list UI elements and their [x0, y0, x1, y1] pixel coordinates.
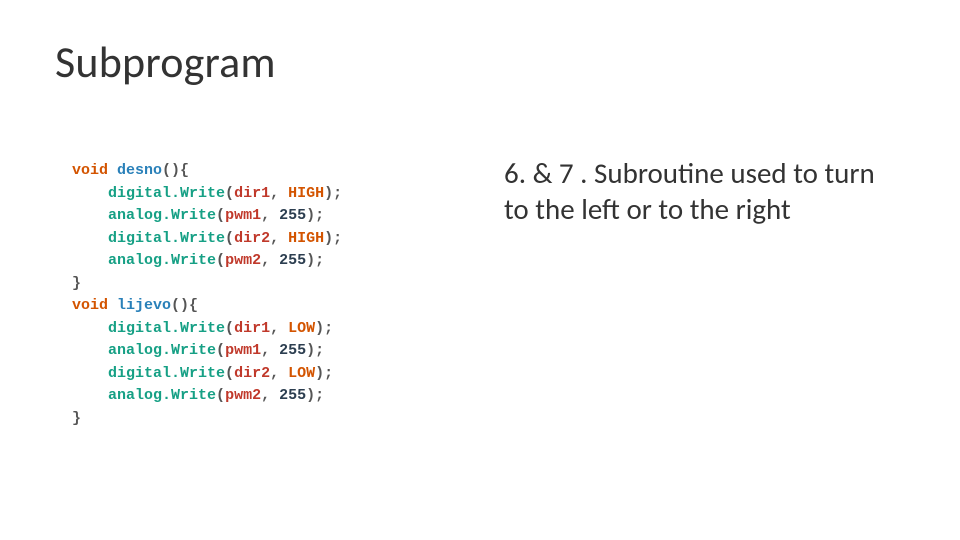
code-token: dir1	[234, 320, 270, 337]
code-token: (	[225, 320, 234, 337]
code-token: );	[306, 252, 324, 269]
code-token: HIGH	[288, 185, 324, 202]
code-token: pwm1	[225, 207, 261, 224]
code-token: dir2	[234, 365, 270, 382]
code-token: desno	[117, 162, 162, 179]
slide: Subprogram void desno(){ digital.Write(d…	[0, 0, 960, 540]
code-token: ,	[261, 207, 279, 224]
code-token: (){	[171, 297, 198, 314]
code-token: ,	[270, 230, 288, 247]
code-token: }	[72, 410, 81, 427]
code-token: analog.Write	[108, 342, 216, 359]
code-token: 255	[279, 252, 306, 269]
code-token: pwm2	[225, 387, 261, 404]
code-token: ,	[261, 342, 279, 359]
code-token: pwm2	[225, 252, 261, 269]
code-token: 255	[279, 387, 306, 404]
code-token: (	[225, 365, 234, 382]
code-token: );	[315, 365, 333, 382]
code-token: ,	[270, 320, 288, 337]
code-token: analog.Write	[108, 387, 216, 404]
code-token: void	[72, 297, 108, 314]
code-token: LOW	[288, 320, 315, 337]
code-token: ,	[270, 365, 288, 382]
code-token: dir2	[234, 230, 270, 247]
code-token: ,	[261, 252, 279, 269]
explanation-text: 6. & 7 . Subroutine used to turn to the …	[504, 155, 879, 228]
code-token: );	[324, 230, 342, 247]
code-token: );	[306, 342, 324, 359]
code-token: pwm1	[225, 342, 261, 359]
code-token: dir1	[234, 185, 270, 202]
code-token: ,	[261, 387, 279, 404]
code-token: );	[306, 207, 324, 224]
code-token: (	[225, 230, 234, 247]
code-token: digital.Write	[108, 230, 225, 247]
code-token: 255	[279, 207, 306, 224]
code-token: (	[216, 387, 225, 404]
code-token: (	[216, 252, 225, 269]
code-token: (	[216, 342, 225, 359]
code-token: ,	[270, 185, 288, 202]
code-token: (	[225, 185, 234, 202]
code-token: LOW	[288, 365, 315, 382]
code-token: (	[216, 207, 225, 224]
code-token: );	[315, 320, 333, 337]
code-token: digital.Write	[108, 185, 225, 202]
code-token: 255	[279, 342, 306, 359]
code-block: void desno(){ digital.Write(dir1, HIGH);…	[72, 160, 342, 430]
code-token: (){	[162, 162, 189, 179]
code-token: }	[72, 275, 81, 292]
code-token: analog.Write	[108, 252, 216, 269]
code-token: );	[306, 387, 324, 404]
code-token: digital.Write	[108, 320, 225, 337]
code-token: );	[324, 185, 342, 202]
code-token: HIGH	[288, 230, 324, 247]
code-token: analog.Write	[108, 207, 216, 224]
code-token: digital.Write	[108, 365, 225, 382]
slide-title: Subprogram	[55, 35, 276, 89]
code-token: void	[72, 162, 108, 179]
code-token: lijevo	[117, 297, 171, 314]
